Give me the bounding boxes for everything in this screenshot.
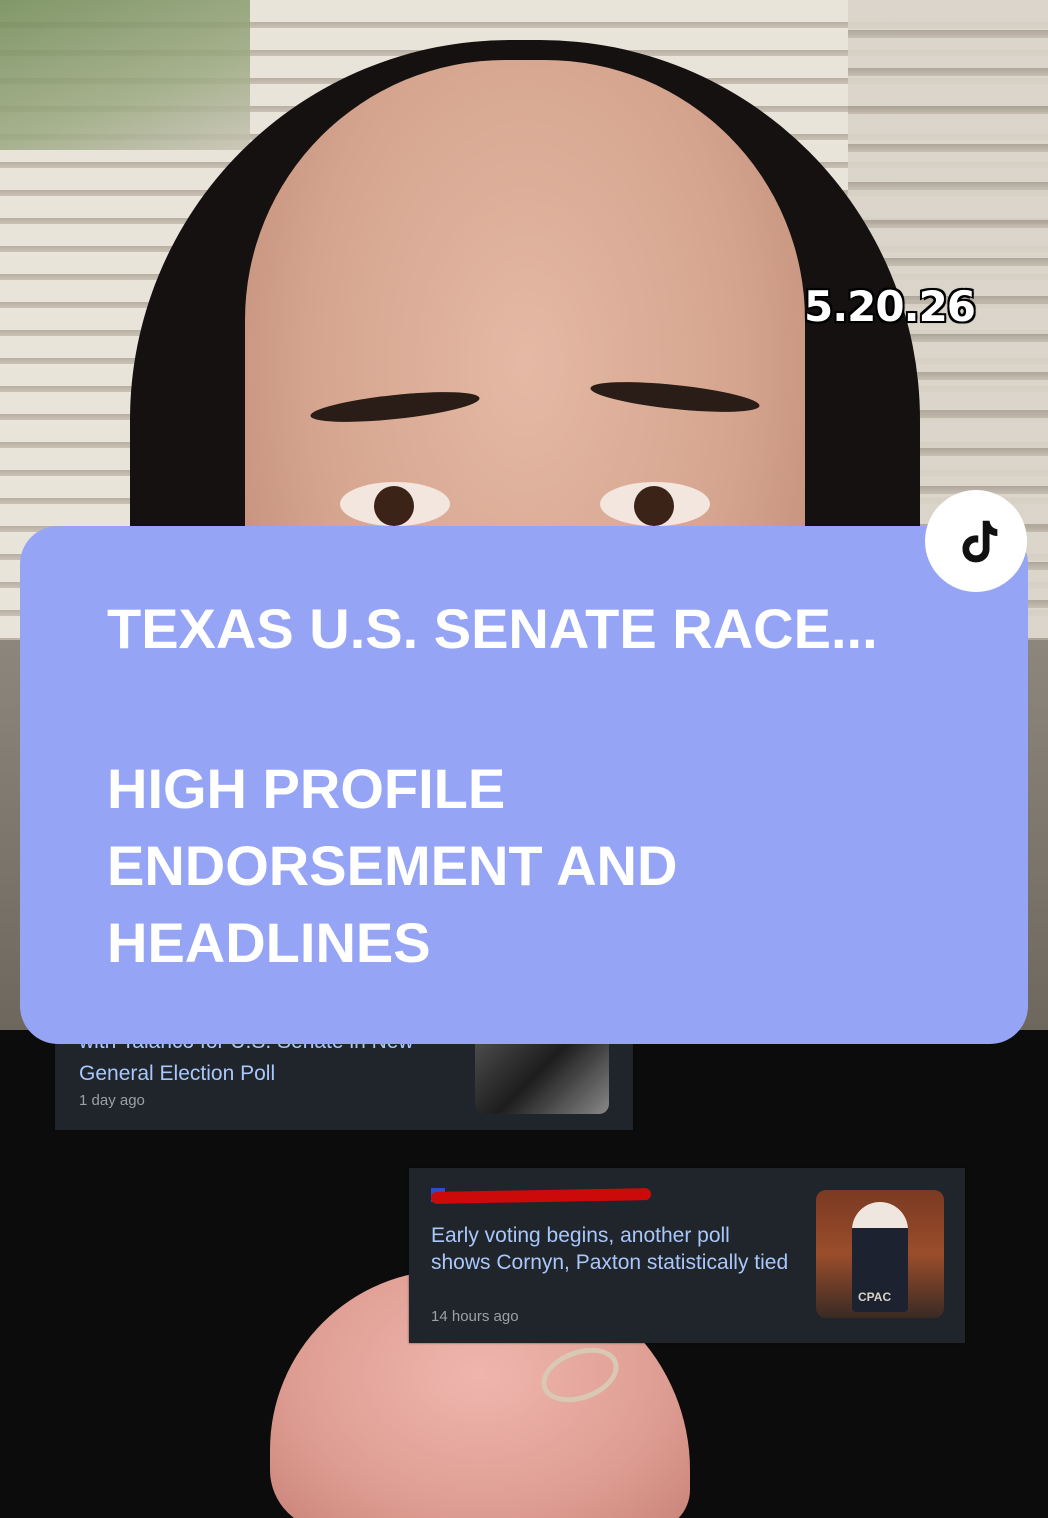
window-view bbox=[0, 0, 250, 150]
tiktok-icon[interactable] bbox=[925, 490, 1027, 592]
title-line-1: TEXAS U.S. SENATE RACE... bbox=[107, 597, 878, 660]
news-headline: General Election Poll bbox=[79, 1062, 276, 1085]
date-stamp: 5.20.26 bbox=[804, 282, 976, 331]
news-timestamp: 1 day ago bbox=[79, 1092, 145, 1109]
right-eye bbox=[600, 482, 710, 526]
video-frame: with Talarico for U.S. Senate in New Gen… bbox=[0, 0, 1048, 1518]
title-banner: TEXAS U.S. SENATE RACE... HIGH PROFILE E… bbox=[20, 526, 1028, 1044]
news-thumbnail: CPAC bbox=[816, 1190, 944, 1318]
left-eye bbox=[340, 482, 450, 526]
title-line-2: HIGH PROFILE ENDORSEMENT AND HEADLINES bbox=[107, 757, 678, 974]
redacted-source bbox=[430, 1188, 652, 1204]
news-headline: Early voting begins, another poll shows … bbox=[431, 1224, 789, 1274]
podium-logo: CPAC bbox=[858, 1290, 892, 1304]
news-card-early-voting: Early voting begins, another poll shows … bbox=[409, 1168, 965, 1343]
news-timestamp: 14 hours ago bbox=[431, 1308, 519, 1325]
tiktok-glyph-icon bbox=[962, 520, 998, 563]
